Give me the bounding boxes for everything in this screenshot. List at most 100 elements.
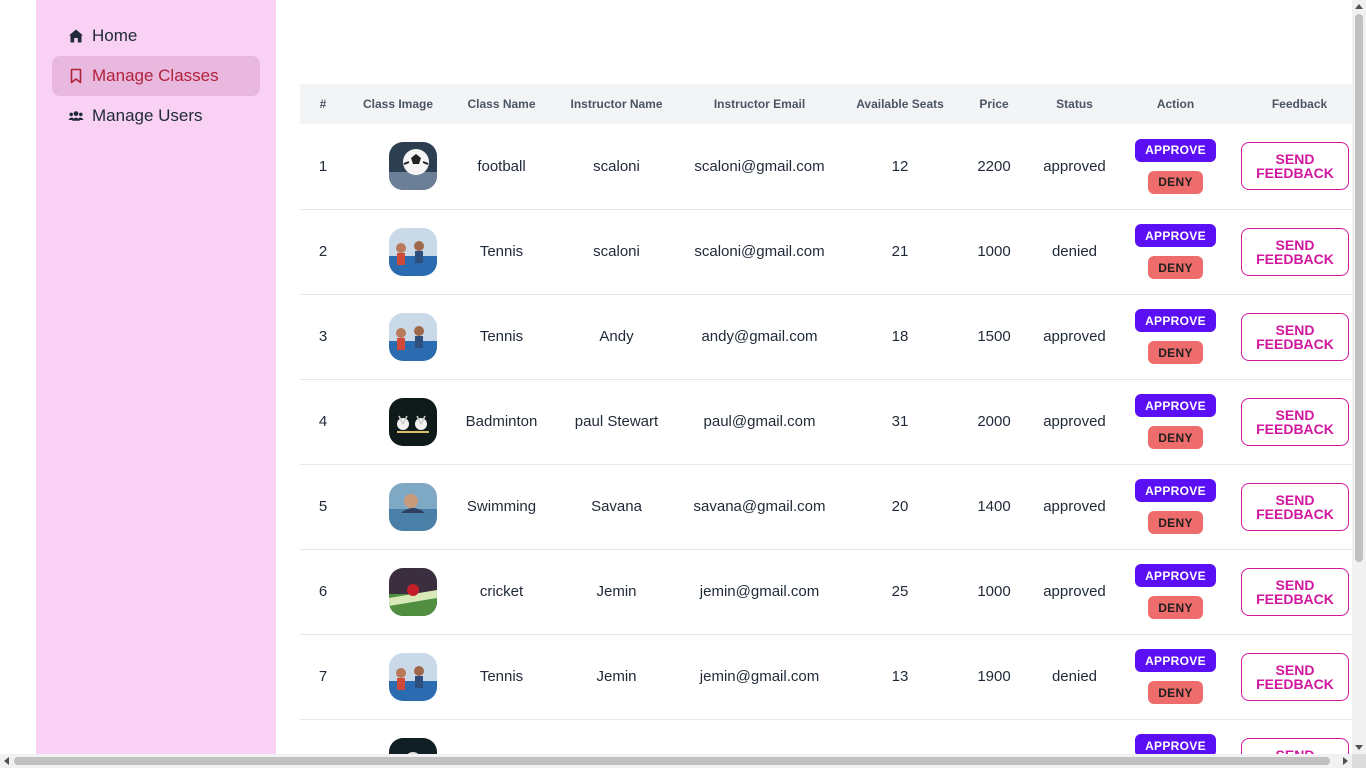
table-row: 2 Tennis scaloni scaloni@gmail.com 21 1000 den… xyxy=(300,209,1352,294)
class-image xyxy=(389,737,437,754)
send-feedback-button[interactable]: SEND FEEDBACK xyxy=(1241,737,1349,754)
header-price: Price xyxy=(979,97,1009,111)
class-name xyxy=(450,719,553,754)
table-row: 4 Badminton paul Stewart paul@gmail.com 31 20… xyxy=(300,379,1352,464)
status: approved xyxy=(1043,328,1106,345)
scroll-down-icon[interactable] xyxy=(1355,745,1363,750)
cricket-image xyxy=(389,567,437,616)
feedback-cell: SEND FEEDBACK xyxy=(1229,294,1352,379)
send-feedback-button[interactable]: SEND FEEDBACK xyxy=(1241,482,1349,531)
instructor-email: jemin@gmail.com xyxy=(699,668,820,685)
price: 1400 xyxy=(977,498,1011,515)
available-seats: 18 xyxy=(891,328,909,345)
sidebar-item-label: Manage Users xyxy=(92,106,203,125)
class-name: Badminton xyxy=(465,413,538,430)
sidebar-item-label: Manage Classes xyxy=(92,66,219,85)
approve-button[interactable]: APPROVE xyxy=(1135,479,1216,502)
instructor-email: andy@gmail.com xyxy=(701,328,818,345)
class-image-cell xyxy=(346,294,450,379)
deny-button[interactable]: DENY xyxy=(1148,426,1203,449)
available-seats: 31 xyxy=(891,413,909,430)
badminton-image xyxy=(389,397,437,446)
header-available-seats: Available Seats xyxy=(856,97,944,111)
vertical-scroll-thumb[interactable] xyxy=(1355,14,1363,562)
class-image-cell xyxy=(346,124,450,209)
table-row: 5 Swimming Savana savana@gmail.com 20 1400 app… xyxy=(300,464,1352,549)
class-name: Swimming xyxy=(466,498,537,515)
price: 1500 xyxy=(977,328,1011,345)
deny-button[interactable]: DENY xyxy=(1148,596,1203,619)
approve-button[interactable]: APPROVE xyxy=(1135,564,1216,587)
vertical-scrollbar[interactable] xyxy=(1352,0,1366,754)
instructor-name xyxy=(553,719,680,754)
approve-button[interactable]: APPROVE xyxy=(1135,224,1216,247)
tennis-image xyxy=(389,312,437,361)
available-seats: 25 xyxy=(891,583,909,600)
send-feedback-button[interactable]: SEND FEEDBACK xyxy=(1241,142,1349,191)
action-cell: APPROVE DENY xyxy=(1122,634,1229,719)
header-action: Action xyxy=(1156,97,1195,111)
class-image-cell xyxy=(346,634,450,719)
instructor-email: jemin@gmail.com xyxy=(699,583,820,600)
instructor-email: savana@gmail.com xyxy=(693,498,826,515)
scroll-left-icon[interactable] xyxy=(4,757,9,765)
approve-button[interactable]: APPROVE xyxy=(1135,734,1216,754)
scrollbar-corner xyxy=(1352,754,1366,768)
instructor-email: paul@gmail.com xyxy=(703,413,816,430)
action-cell: APPROVEDENY xyxy=(1122,719,1229,754)
scroll-up-icon[interactable] xyxy=(1355,4,1363,9)
send-feedback-button[interactable]: SEND FEEDBACK xyxy=(1241,227,1349,276)
class-image-cell xyxy=(346,464,450,549)
deny-button[interactable]: DENY xyxy=(1148,681,1203,704)
sidebar-item-manage-classes[interactable]: Manage Classes xyxy=(52,56,260,96)
send-feedback-button[interactable]: SEND FEEDBACK xyxy=(1241,397,1349,446)
deny-button[interactable]: DENY xyxy=(1148,511,1203,534)
deny-button[interactable]: DENY xyxy=(1148,256,1203,279)
approve-button[interactable]: APPROVE xyxy=(1135,309,1216,332)
status: approved xyxy=(1043,498,1106,515)
approve-button[interactable]: APPROVE xyxy=(1135,649,1216,672)
horizontal-scroll-thumb[interactable] xyxy=(14,757,1330,765)
status: approved xyxy=(1043,157,1106,175)
header-instructor-name: Instructor Name xyxy=(570,97,663,111)
available-seats: 13 xyxy=(891,668,909,685)
status: denied xyxy=(1051,243,1098,260)
send-feedback-button[interactable]: SEND FEEDBACK xyxy=(1241,652,1349,701)
deny-button[interactable]: DENY xyxy=(1148,170,1203,194)
sidebar-item-home[interactable]: Home xyxy=(52,16,260,56)
send-feedback-button[interactable]: SEND FEEDBACK xyxy=(1241,312,1349,361)
class-name: football xyxy=(477,157,526,175)
sidebar-item-label: Home xyxy=(92,26,138,45)
approve-button[interactable]: APPROVE xyxy=(1135,394,1216,417)
feedback-cell: SEND FEEDBACK xyxy=(1229,549,1352,634)
row-index: 6 xyxy=(318,583,328,600)
class-image-cell xyxy=(346,549,450,634)
header-index: # xyxy=(319,97,327,111)
status xyxy=(1027,719,1122,754)
send-feedback-button[interactable]: SEND FEEDBACK xyxy=(1241,567,1349,616)
scroll-right-icon[interactable] xyxy=(1343,757,1348,765)
table-row: 6 cricket Jemin jemin@gmail.com 25 1000 approv… xyxy=(300,549,1352,634)
approve-button[interactable]: APPROVE xyxy=(1135,138,1216,162)
class-name: cricket xyxy=(479,583,524,600)
horizontal-scrollbar[interactable] xyxy=(0,754,1352,768)
class-image-cell xyxy=(346,379,450,464)
deny-button[interactable]: DENY xyxy=(1148,341,1203,364)
class-name: Tennis xyxy=(479,328,524,345)
action-cell: APPROVE DENY xyxy=(1122,294,1229,379)
header-class-name: Class Name xyxy=(467,97,536,111)
instructor-email xyxy=(680,719,839,754)
instructor-name: paul Stewart xyxy=(574,413,659,430)
classes-table: # Class Image Class Name Instructor Name… xyxy=(300,84,1352,754)
table-row: 1 football scaloni scaloni@gmail.com 12 2200 a… xyxy=(300,124,1352,209)
class-image-cell xyxy=(346,719,450,754)
action-cell: APPROVE DENY xyxy=(1122,549,1229,634)
instructor-name: Jemin xyxy=(596,583,637,600)
available-seats xyxy=(839,719,961,754)
users-icon xyxy=(68,108,84,124)
feedback-cell: SEND FEEDBACK xyxy=(1229,634,1352,719)
sidebar-item-manage-users[interactable]: Manage Users xyxy=(52,96,260,136)
action-cell: APPROVE DENY xyxy=(1122,124,1229,209)
bookmark-icon xyxy=(68,68,84,84)
available-seats: 20 xyxy=(891,498,909,515)
